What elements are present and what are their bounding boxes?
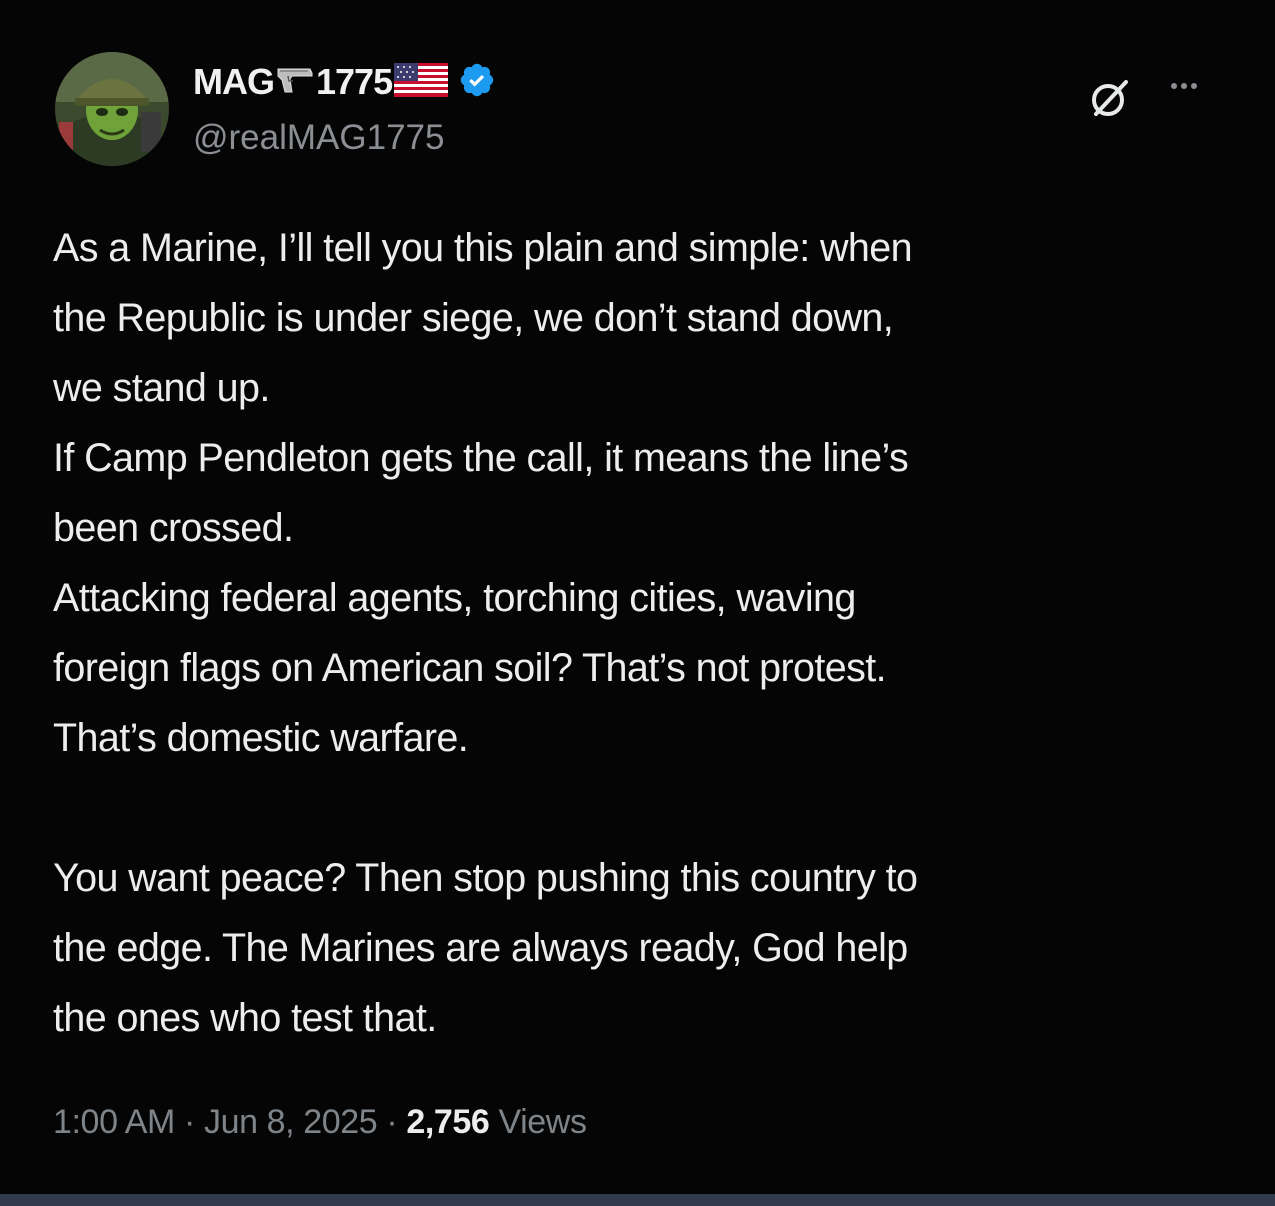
meta-separator: ·: [184, 1103, 195, 1141]
bottom-bar: [0, 1194, 1275, 1206]
verified-badge-icon[interactable]: [458, 61, 496, 103]
meta-separator: ·: [386, 1103, 398, 1141]
tweet-text-line: we stand up.: [53, 366, 270, 410]
grok-icon[interactable]: [1088, 76, 1132, 120]
avatar[interactable]: [55, 52, 169, 166]
tweet-time[interactable]: 1:00 AM: [53, 1103, 175, 1141]
tweet-meta: 1:00 AM · Jun 8, 2025 · 2,756 Views: [53, 1103, 587, 1142]
tweet-text-line: As a Marine, I’ll tell you this plain an…: [53, 226, 913, 270]
avatar-image: [55, 52, 169, 166]
tweet-text-line: Attacking federal agents, torching citie…: [53, 576, 856, 620]
author-name-suffix[interactable]: 1775: [316, 61, 393, 103]
more-options-icon[interactable]: [1168, 72, 1212, 100]
tweet-card: MAG 1775 @realMAG1775 As a Marine, I’ll …: [0, 0, 1275, 1194]
tweet-text-line: the ones who test that.: [53, 996, 437, 1040]
us-flag-emoji-icon: [394, 63, 449, 101]
tweet-date[interactable]: Jun 8, 2025: [204, 1103, 378, 1141]
tweet-text-line: foreign flags on American soil? That’s n…: [53, 646, 887, 690]
views-count[interactable]: 2,756: [406, 1103, 489, 1141]
tweet-text-line: That’s domestic warfare.: [53, 716, 469, 760]
tweet-text-line: If Camp Pendleton gets the call, it mean…: [53, 436, 909, 480]
author-name-row[interactable]: MAG 1775: [193, 60, 496, 104]
tweet-text-line: You want peace? Then stop pushing this c…: [53, 856, 918, 900]
tweet-text: As a Marine, I’ll tell you this plain an…: [53, 213, 1233, 1053]
author-handle[interactable]: @realMAG1775: [193, 118, 444, 158]
tweet-text-line: been crossed.: [53, 506, 294, 550]
handgun-emoji-icon: [276, 65, 314, 99]
author-name-prefix[interactable]: MAG: [193, 61, 275, 103]
tweet-text-line: the Republic is under siege, we don’t st…: [53, 296, 894, 340]
tweet-text-line: the edge. The Marines are always ready, …: [53, 926, 908, 970]
views-label: Views: [498, 1103, 587, 1141]
